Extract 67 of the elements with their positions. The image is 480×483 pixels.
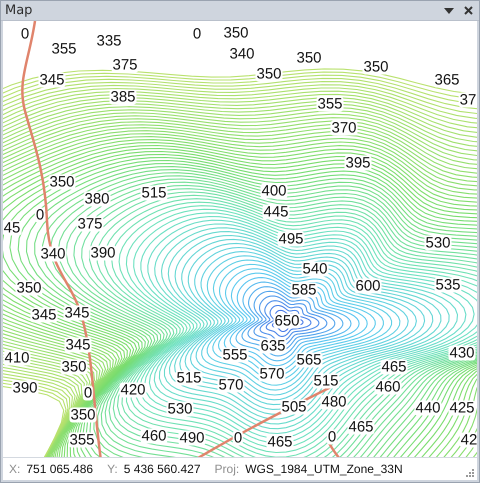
elevation-label: 350 [222, 26, 250, 40]
elevation-label: 350 [60, 360, 88, 374]
status-value: 751 065.486 [26, 462, 94, 476]
elevation-label: 350 [48, 174, 76, 190]
elevation-label: 340 [228, 46, 256, 62]
elevation-label: 345 [63, 306, 91, 320]
elevation-label: 375 [111, 58, 139, 72]
elevation-label: 390 [11, 380, 39, 396]
elevation-label: 410 [3, 350, 31, 366]
elevation-label: 345 [64, 338, 92, 352]
elevation-label: 355 [68, 432, 96, 448]
status-label: Proj: [214, 462, 240, 476]
elevation-label: 350 [362, 60, 390, 74]
elevation-label: 555 [221, 348, 249, 362]
elevation-label: 540 [301, 262, 329, 276]
elevation-label: 350 [295, 50, 323, 66]
dropdown-icon[interactable] [444, 8, 454, 14]
elevation-label: 460 [374, 380, 402, 394]
status-label: X: [9, 462, 20, 476]
elevation-label: 350 [15, 280, 43, 296]
elevation-label: 335 [95, 34, 123, 48]
elevation-label: 495 [277, 232, 305, 246]
elevation-label: 600 [354, 278, 382, 294]
status-value: WGS_1984_UTM_Zone_33N [245, 462, 403, 476]
elevation-label: 465 [266, 434, 294, 450]
elevation-label: 390 [89, 246, 117, 260]
elevation-label: 530 [424, 236, 452, 250]
elevation-label: 385 [109, 90, 137, 104]
elevation-label: 345 [38, 72, 66, 88]
elevation-label: 480 [320, 394, 348, 410]
elevation-label: 650 [273, 314, 301, 328]
elevation-label: 465 [347, 420, 375, 434]
elevation-label: 370 [330, 120, 358, 136]
elevation-label: 440 [414, 400, 442, 416]
elevation-label: 505 [280, 400, 308, 414]
elevation-label: 355 [50, 42, 78, 56]
elevation-label: 465 [380, 360, 408, 374]
close-icon[interactable] [464, 6, 473, 15]
elevation-label: 535 [434, 278, 462, 292]
resize-grip-icon[interactable] [466, 469, 474, 477]
elevation-label: 350 [255, 66, 283, 82]
elevation-label: 380 [83, 192, 111, 206]
elevation-label: 340 [39, 246, 67, 262]
status-label: Y: [107, 462, 118, 476]
elevation-label: 430 [448, 346, 476, 360]
elevation-label: 350 [69, 408, 97, 422]
elevation-label: 365 [433, 72, 461, 88]
elevation-label: 490 [178, 430, 206, 446]
elevation-label: 530 [166, 402, 194, 416]
elevation-label: 460 [140, 428, 168, 444]
elevation-label: 570 [258, 366, 286, 382]
elevation-label: 420 [119, 382, 147, 398]
elevation-label: 37 [458, 92, 477, 108]
elevation-label: 45 [3, 220, 22, 236]
elevation-label: 355 [316, 96, 344, 112]
elevation-label: 375 [76, 216, 104, 232]
elevation-label: 570 [217, 378, 245, 392]
window-title: Map [5, 3, 34, 18]
elevation-label: 445 [262, 204, 290, 220]
elevation-label: 42 [460, 432, 477, 448]
elevation-label: 585 [290, 282, 318, 298]
elevation-label: 425 [448, 400, 476, 416]
elevation-label: 400 [260, 184, 288, 198]
elevation-label: 395 [344, 156, 372, 170]
status-value: 5 436 560.427 [124, 462, 201, 476]
elevation-label: 635 [259, 338, 287, 354]
elevation-label: 345 [30, 308, 58, 322]
